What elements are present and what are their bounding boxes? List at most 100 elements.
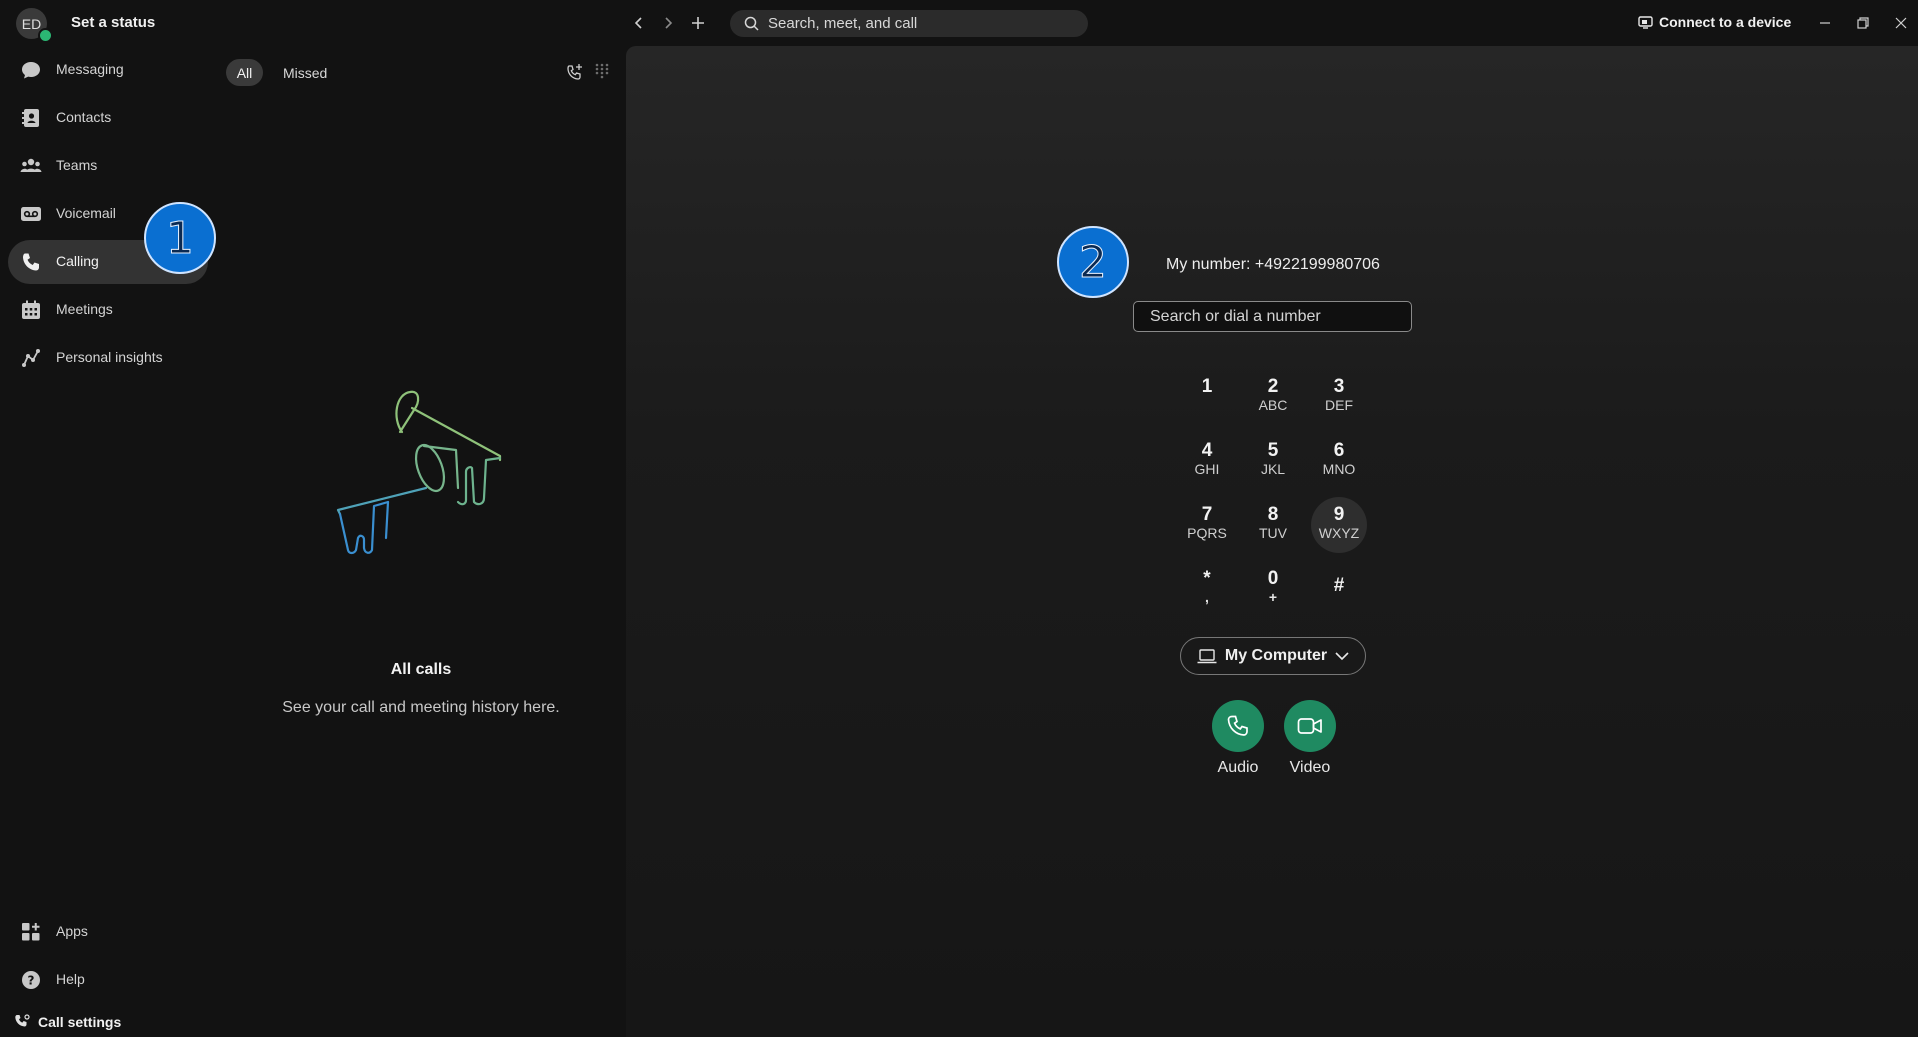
phone-icon (1227, 715, 1248, 736)
dial-key-digit: 1 (1201, 376, 1213, 397)
megaphone-illustration (336, 390, 502, 555)
dial-key-6[interactable]: 6 MNO (1311, 433, 1367, 489)
people-group-icon (20, 158, 42, 172)
connect-device-label: Connect to a device (1659, 14, 1792, 30)
phone-settings-icon (15, 1014, 30, 1027)
sidebar-item-teams[interactable]: Teams (8, 144, 208, 188)
call-settings-label: Call settings (38, 1014, 122, 1030)
restore-icon (1857, 17, 1869, 29)
dial-number-input[interactable] (1133, 301, 1412, 332)
my-number-label: My number: +4922199980706 (1166, 256, 1380, 273)
sidebar-item-label: Teams (56, 157, 98, 173)
dial-key-letters: DEF (1325, 397, 1353, 413)
insights-icon (22, 349, 40, 367)
dial-key-2[interactable]: 2 ABC (1245, 369, 1301, 425)
call-settings-link[interactable]: Call settings (14, 1014, 121, 1030)
video-call-label: Video (1289, 759, 1331, 776)
dial-key-letters: WXYZ (1318, 525, 1360, 541)
dial-key-letters: + (1268, 589, 1278, 605)
apps-grid-icon (22, 923, 40, 941)
sidebar-item-messaging[interactable]: Messaging (8, 48, 208, 92)
minimize-button[interactable] (1814, 12, 1836, 34)
calendar-icon (22, 300, 40, 319)
chevron-right-icon (665, 17, 673, 29)
set-status-link[interactable]: Set a status (71, 14, 155, 31)
sidebar-item-personal-insights[interactable]: Personal insights (8, 336, 208, 380)
sidebar-item-label: Help (56, 971, 85, 987)
dial-key-digit: # (1333, 575, 1345, 596)
chevron-down-icon (1335, 651, 1349, 660)
forward-button[interactable] (656, 11, 680, 35)
dialpad-toggle-button[interactable] (595, 63, 609, 79)
dial-key-0[interactable]: 0 + (1245, 561, 1301, 617)
sidebar-item-label: Calling (56, 253, 99, 269)
svg-text:?: ? (28, 974, 35, 988)
dial-key-9[interactable]: 9 WXYZ (1311, 497, 1367, 553)
voicemail-icon (21, 207, 41, 221)
video-call-button[interactable] (1284, 700, 1336, 752)
filter-missed-tab[interactable]: Missed (283, 65, 327, 81)
global-search-bar[interactable]: Search, meet, and call (730, 10, 1088, 37)
dial-key-5[interactable]: 5 JKL (1245, 433, 1301, 489)
add-call-button[interactable] (566, 63, 584, 81)
chat-bubble-icon (22, 62, 40, 79)
dialpad-grid-icon (595, 63, 609, 79)
dial-key-letters: TUV (1259, 525, 1287, 541)
restore-button[interactable] (1852, 12, 1874, 34)
dial-key-1[interactable]: 1 (1179, 369, 1235, 425)
close-icon (1895, 17, 1907, 29)
contacts-book-icon (22, 109, 39, 127)
new-item-button[interactable] (686, 11, 710, 35)
chevron-left-icon (634, 17, 642, 29)
sidebar-item-label: Contacts (56, 109, 112, 125)
audio-call-button[interactable] (1212, 700, 1264, 752)
dial-key-letters: , (1205, 589, 1209, 605)
sidebar-item-contacts[interactable]: Contacts (8, 96, 208, 140)
sidebar-item-label: Voicemail (56, 205, 116, 221)
top-bar: ED Set a status Search, meet, and call C… (0, 0, 1918, 46)
dial-key-digit: * (1203, 568, 1211, 589)
dial-key-star[interactable]: *, (1179, 561, 1235, 617)
connect-device-button[interactable]: Connect to a device (1638, 14, 1791, 30)
dial-key-letters: MNO (1322, 461, 1356, 477)
help-icon: ? (22, 971, 40, 989)
dial-key-3[interactable]: 3 DEF (1311, 369, 1367, 425)
dial-key-letters: JKL (1260, 461, 1286, 477)
laptop-icon (1197, 648, 1217, 663)
dial-key-digit: 0 (1267, 568, 1279, 589)
dial-key-digit: 5 (1267, 440, 1279, 461)
filter-all-tab[interactable]: All (226, 59, 263, 86)
dial-key-letters: PQRS (1187, 525, 1227, 541)
dial-key-7[interactable]: 7 PQRS (1179, 497, 1235, 553)
device-select-label: My Computer (1224, 647, 1328, 664)
dial-key-hash[interactable]: # (1311, 561, 1367, 617)
dial-key-digit: 8 (1267, 504, 1279, 525)
dial-key-8[interactable]: 8 TUV (1245, 497, 1301, 553)
search-icon (744, 16, 759, 31)
device-select-dropdown[interactable]: My Computer (1180, 637, 1366, 675)
minimize-icon (1820, 22, 1830, 24)
step-marker-1: 1 (144, 202, 216, 274)
plus-icon (692, 17, 704, 29)
audio-call-label: Audio (1217, 759, 1259, 776)
sidebar-item-meetings[interactable]: Meetings (8, 288, 208, 332)
sidebar-item-help[interactable]: ? Help (8, 958, 208, 1002)
sidebar-item-label: Messaging (56, 61, 124, 77)
cast-device-icon (1638, 15, 1653, 29)
dial-key-digit: 9 (1333, 504, 1345, 525)
phone-plus-icon (567, 64, 582, 80)
sidebar-item-label: Meetings (56, 301, 113, 317)
phone-icon (23, 253, 39, 271)
video-camera-icon (1297, 718, 1322, 734)
dial-key-digit: 7 (1201, 504, 1213, 525)
dial-key-letters: GHI (1194, 461, 1220, 477)
dial-key-digit: 6 (1333, 440, 1345, 461)
dial-key-4[interactable]: 4 GHI (1179, 433, 1235, 489)
sidebar-item-apps[interactable]: Apps (8, 910, 208, 954)
presence-status-dot (38, 28, 53, 43)
back-button[interactable] (627, 11, 651, 35)
dial-key-digit: 4 (1201, 440, 1213, 461)
sidebar-item-label: Personal insights (56, 349, 163, 365)
close-window-button[interactable] (1890, 12, 1912, 34)
search-placeholder: Search, meet, and call (768, 15, 918, 32)
